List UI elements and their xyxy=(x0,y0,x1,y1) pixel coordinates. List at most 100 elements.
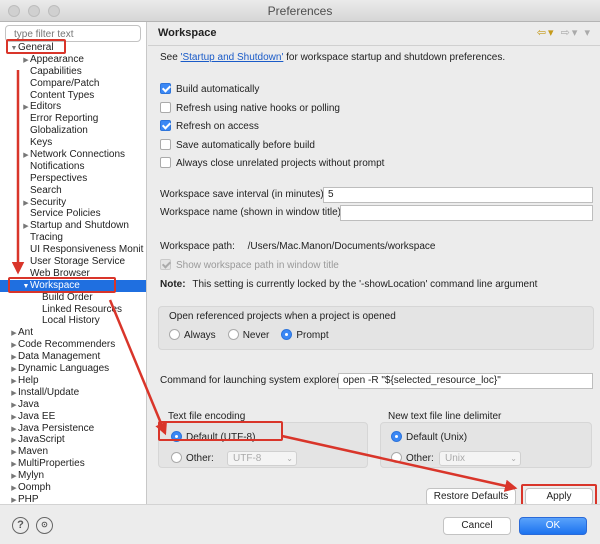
tree-item[interactable]: Linked Resources xyxy=(0,304,146,316)
tree-item[interactable]: ▶Maven xyxy=(0,446,146,458)
open-projects-option-label: Always xyxy=(184,330,216,341)
import-export-icon[interactable]: ⊙ xyxy=(36,517,53,534)
workspace-name-input[interactable] xyxy=(340,205,593,221)
encoding-other-value: UTF-8 xyxy=(233,453,262,464)
tree-item[interactable]: ▶Appearance xyxy=(0,54,146,66)
tree-item-label: Editors xyxy=(30,101,62,113)
tree-item[interactable]: Error Reporting xyxy=(0,113,146,125)
tree-item[interactable]: Capabilities xyxy=(0,66,146,78)
collapsed-triangle-icon[interactable]: ▶ xyxy=(10,495,18,504)
tree-item[interactable]: Compare/Patch xyxy=(0,78,146,90)
checkbox[interactable] xyxy=(160,120,171,131)
save-interval-input[interactable]: 5 xyxy=(323,187,593,203)
checkbox-label: Refresh using native hooks or polling xyxy=(176,102,340,114)
delimiter-other-label: Other: xyxy=(406,453,434,464)
tree-item[interactable]: ▶Java xyxy=(0,398,146,411)
tree-item[interactable]: ▶Oomph xyxy=(0,482,146,494)
tree-item-label: Security xyxy=(30,196,67,208)
checkbox-row[interactable]: Save automatically before build xyxy=(160,137,384,156)
tree-item[interactable]: ▶Help xyxy=(0,375,146,387)
close-window-button[interactable] xyxy=(8,5,20,17)
tree-item[interactable]: Perspectives xyxy=(0,172,146,185)
tree-item[interactable]: Search xyxy=(0,185,146,197)
tree-item-label: Ant xyxy=(18,327,34,339)
open-projects-radio[interactable] xyxy=(281,329,293,340)
delimiter-other-option[interactable]: Other: xyxy=(391,452,434,466)
tree-item[interactable]: ▶JavaScript xyxy=(0,434,146,446)
checkbox-row[interactable]: Always close unrelated projects without … xyxy=(160,155,384,174)
tree-item[interactable]: Service Policies xyxy=(0,208,146,220)
menu-chevron-icon[interactable]: ▾ xyxy=(584,27,592,39)
delimiter-other-value: Unix xyxy=(445,453,466,464)
window-controls[interactable] xyxy=(8,5,60,17)
tree-item[interactable]: Build Order xyxy=(0,292,146,304)
checkbox[interactable] xyxy=(160,157,171,168)
open-projects-options: Always Never Prompt xyxy=(169,329,341,343)
open-projects-option[interactable]: Never xyxy=(227,329,269,341)
tree-item-label: Network Connections xyxy=(30,149,126,161)
tree-item[interactable]: ▶Java Persistence xyxy=(0,423,146,435)
checkbox-row[interactable]: Build automatically xyxy=(160,81,384,100)
forward-arrow-icon[interactable]: ⇨▾ xyxy=(561,27,580,39)
minimize-window-button[interactable] xyxy=(28,5,40,17)
tree-item[interactable]: ▶Data Management xyxy=(0,351,146,363)
encoding-other-radio[interactable] xyxy=(171,452,182,463)
tree-item[interactable]: ▶Ant xyxy=(0,327,146,339)
checkbox[interactable] xyxy=(160,138,171,150)
delimiter-group: Default (Unix) Other: Unix ⌄ xyxy=(380,422,592,468)
help-icon[interactable]: ? xyxy=(12,517,29,534)
preference-page: Workspace ⇦▾ ⇨▾ ▾ See 'Startup and Shutd… xyxy=(148,22,600,510)
tree-item[interactable]: ▶Dynamic Languages xyxy=(0,363,146,375)
save-interval-label: Workspace save interval (in minutes): xyxy=(160,189,327,200)
tree-item-label: Globalization xyxy=(30,125,88,137)
tree-item[interactable]: ▶Network Connections xyxy=(0,149,146,161)
delimiter-default-option[interactable]: Default (Unix) xyxy=(391,431,467,445)
encoding-highlight-box xyxy=(158,421,283,441)
tree-item[interactable]: Local History xyxy=(0,315,146,327)
tree-item[interactable]: Notifications xyxy=(0,161,146,173)
tree-item[interactable]: ▶Java EE xyxy=(0,411,146,423)
tree-item-label: Perspectives xyxy=(30,172,88,184)
tree-item[interactable]: ▶Security xyxy=(0,196,146,209)
encoding-other-option[interactable]: Other: xyxy=(171,452,214,466)
open-projects-radio[interactable] xyxy=(169,329,180,340)
ok-button[interactable]: OK xyxy=(519,517,587,535)
tree-item-label: Maven xyxy=(18,446,49,458)
checkbox-row[interactable]: Refresh on access xyxy=(160,118,384,137)
tree-item[interactable]: UI Responsiveness Monit xyxy=(0,244,146,256)
tree-item[interactable]: ▶Startup and Shutdown xyxy=(0,220,146,232)
tree-item[interactable]: ▶Code Recommenders xyxy=(0,339,146,351)
tree-item[interactable]: ▶MultiProperties xyxy=(0,458,146,470)
tree-item[interactable]: Keys xyxy=(0,137,146,149)
checkbox[interactable] xyxy=(160,83,171,94)
explorer-command-input[interactable]: open -R "${selected_resource_loc}" xyxy=(338,373,593,389)
delimiter-default-radio[interactable] xyxy=(391,431,402,442)
startup-shutdown-link[interactable]: 'Startup and Shutdown' xyxy=(181,52,284,63)
open-projects-radio[interactable] xyxy=(227,329,239,340)
tree-item-label: Java xyxy=(18,398,40,410)
back-arrow-icon[interactable]: ⇦▾ xyxy=(537,27,556,39)
tree-item[interactable]: ▶Install/Update xyxy=(0,387,146,399)
open-projects-group: Open referenced projects when a project … xyxy=(158,306,594,350)
checkbox[interactable] xyxy=(160,101,171,113)
tree-item[interactable]: Globalization xyxy=(0,125,146,137)
cancel-button[interactable]: Cancel xyxy=(443,517,511,535)
tree-item[interactable]: User Storage Service xyxy=(0,256,146,268)
tree-item[interactable]: Tracing xyxy=(0,232,146,244)
history-nav[interactable]: ⇦▾ ⇨▾ ▾ xyxy=(537,26,592,39)
general-highlight-box xyxy=(6,39,66,54)
tree-item[interactable]: ▶PHP xyxy=(0,494,146,504)
zoom-window-button[interactable] xyxy=(48,5,60,17)
delimiter-other-radio[interactable] xyxy=(391,452,402,463)
page-title: Workspace xyxy=(158,27,217,39)
tree-item[interactable]: ▶Mylyn xyxy=(0,470,146,482)
open-projects-option[interactable]: Always xyxy=(169,329,216,341)
tree-item[interactable]: Content Types xyxy=(0,90,146,102)
tree-item-label: Startup and Shutdown xyxy=(30,220,129,232)
tree-item-label: Tracing xyxy=(30,232,63,244)
open-projects-option[interactable]: Prompt xyxy=(281,329,329,341)
open-projects-title: Open referenced projects when a project … xyxy=(169,311,396,322)
checkbox-row[interactable]: Refresh using native hooks or polling xyxy=(160,100,384,119)
preferences-tree: ▼General ▶Appearance Capabilities Compare/P… xyxy=(0,42,146,504)
tree-item[interactable]: ▶Editors xyxy=(0,101,146,113)
